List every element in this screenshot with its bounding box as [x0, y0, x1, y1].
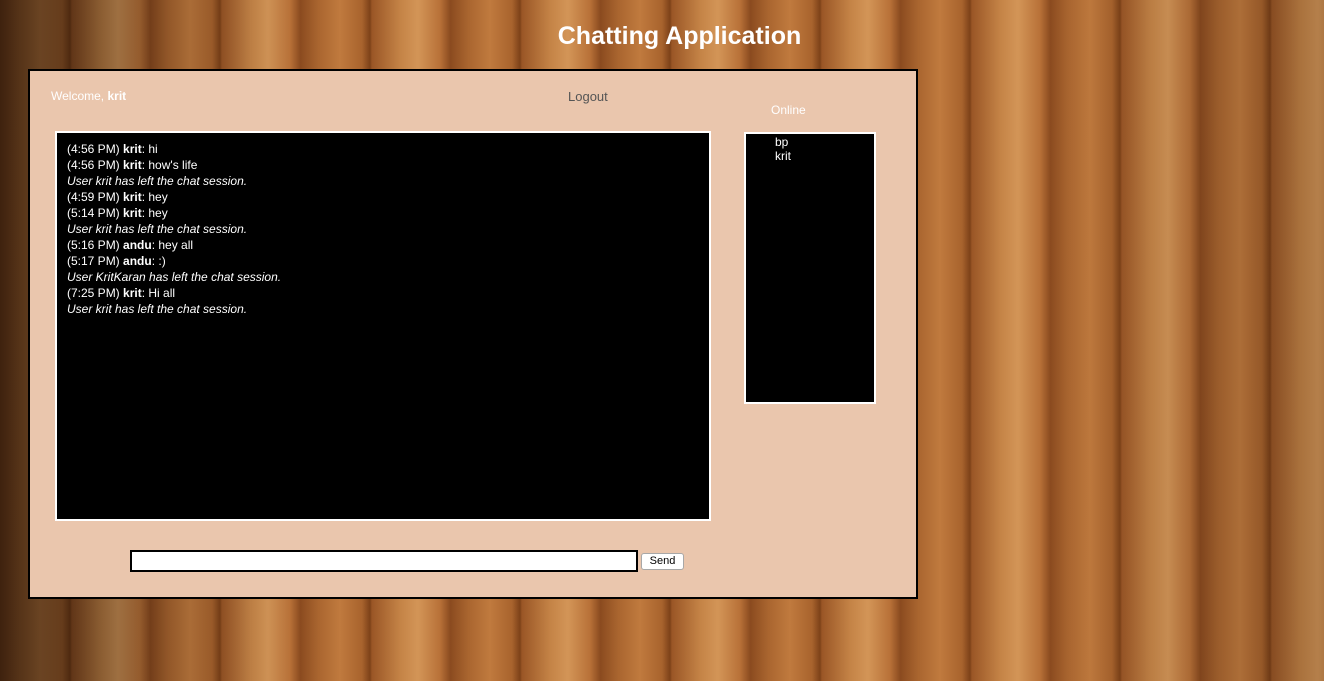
- message-text: : hi: [141, 142, 158, 156]
- online-user-item[interactable]: bp: [775, 135, 874, 149]
- message-text: : how's life: [141, 158, 198, 172]
- system-message-text: User KritKaran has left the chat session…: [67, 270, 282, 284]
- online-users-label: Online: [771, 103, 806, 117]
- chat-message: (5:16 PM) andu: hey all: [67, 237, 699, 253]
- online-users-list[interactable]: bp krit: [744, 132, 876, 404]
- system-message: User KritKaran has left the chat session…: [67, 269, 699, 285]
- chat-message: (7:25 PM) krit: Hi all: [67, 285, 699, 301]
- message-time: (4:56 PM): [67, 158, 120, 172]
- message-time: (5:14 PM): [67, 206, 120, 220]
- send-button[interactable]: Send: [641, 553, 684, 570]
- chat-panel: Welcome, krit Logout Online (4:56 PM) kr…: [28, 69, 918, 599]
- chat-message: (5:17 PM) andu: :): [67, 253, 699, 269]
- system-message: User krit has left the chat session.: [67, 301, 699, 317]
- system-message: User krit has left the chat session.: [67, 221, 699, 237]
- message-text: : hey all: [151, 238, 194, 252]
- message-author: krit: [123, 142, 142, 156]
- welcome-prefix: Welcome,: [51, 89, 108, 103]
- chat-message: (5:14 PM) krit: hey: [67, 205, 699, 221]
- message-text: : :): [151, 254, 166, 268]
- welcome-username: krit: [107, 89, 127, 103]
- system-message: User krit has left the chat session.: [67, 173, 699, 189]
- message-time: (5:16 PM): [67, 238, 120, 252]
- message-author: krit: [123, 286, 142, 300]
- message-text: : hey: [141, 206, 168, 220]
- system-message-text: User krit has left the chat session.: [67, 302, 248, 316]
- message-author: krit: [123, 190, 142, 204]
- message-author: andu: [123, 238, 152, 252]
- message-time: (7:25 PM): [67, 286, 120, 300]
- online-user-item[interactable]: krit: [775, 149, 874, 163]
- chat-message: (4:59 PM) krit: hey: [67, 189, 699, 205]
- welcome-message: Welcome, krit: [51, 89, 126, 103]
- message-author: andu: [123, 254, 152, 268]
- message-time: (4:59 PM): [67, 190, 120, 204]
- message-time: (4:56 PM): [67, 142, 120, 156]
- message-author: krit: [123, 158, 142, 172]
- system-message-text: User krit has left the chat session.: [67, 174, 248, 188]
- message-text: : hey: [141, 190, 168, 204]
- message-text: : Hi all: [141, 286, 176, 300]
- system-message-text: User krit has left the chat session.: [67, 222, 248, 236]
- chat-message: (4:56 PM) krit: hi: [67, 141, 699, 157]
- logout-link[interactable]: Logout: [568, 89, 608, 104]
- page-title: Chatting Application: [557, 22, 802, 50]
- message-input[interactable]: [130, 550, 638, 572]
- chat-log[interactable]: (4:56 PM) krit: hi (4:56 PM) krit: how's …: [55, 131, 711, 521]
- message-author: krit: [123, 206, 142, 220]
- message-time: (5:17 PM): [67, 254, 120, 268]
- chat-message: (4:56 PM) krit: how's life: [67, 157, 699, 173]
